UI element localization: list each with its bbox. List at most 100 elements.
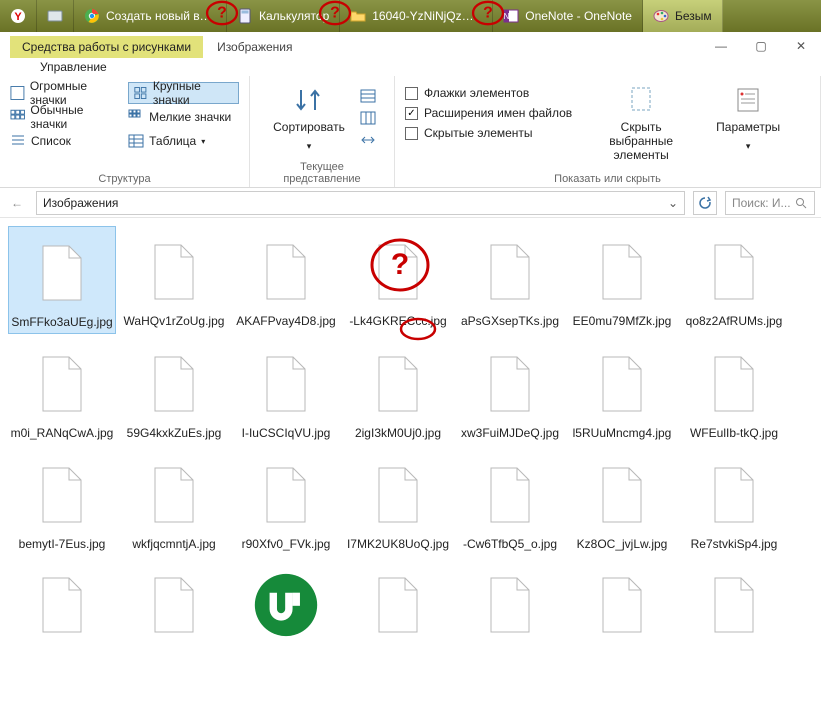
calculator-icon xyxy=(237,8,253,24)
layout-small-icons[interactable]: Мелкие значки xyxy=(128,106,239,128)
hide-selected-button[interactable]: Скрыть выбранные элементы xyxy=(590,82,692,164)
file-item[interactable]: WaHQv1rZoUg.jpg xyxy=(120,226,228,334)
file-thumbnail xyxy=(30,344,94,424)
file-name: Re7stvkiSp4.jpg xyxy=(691,537,778,551)
label: Скрытые элементы xyxy=(424,126,533,140)
taskbar-item-app[interactable] xyxy=(37,0,74,32)
close-button[interactable]: ✕ xyxy=(781,34,821,58)
file-item[interactable]: -Cw6TfbQ5_o.jpg xyxy=(456,449,564,555)
checkbox-item-flags[interactable]: Флажки элементов xyxy=(405,86,572,100)
layout-normal-icons[interactable]: Обычные значки xyxy=(10,106,120,128)
file-item[interactable]: wkfjqcmntjA.jpg xyxy=(120,449,228,555)
layout-table[interactable]: Таблица ▾ xyxy=(128,130,239,152)
ribbon: Огромные значки Крупные значки Обычные з… xyxy=(0,76,821,188)
chevron-down-icon[interactable]: ⌄ xyxy=(668,196,678,210)
file-item[interactable]: I-IuCSCIqVU.jpg xyxy=(232,338,340,444)
search-input[interactable]: Поиск: И... xyxy=(725,191,815,215)
file-thumbnail xyxy=(590,455,654,535)
layout-large-icons[interactable]: Крупные значки xyxy=(128,82,239,104)
layout-list[interactable]: Список xyxy=(10,130,120,152)
window-controls: — ▢ ✕ xyxy=(701,34,821,58)
file-item[interactable]: r90Xfv0_FVk.jpg xyxy=(232,449,340,555)
taskbar-item-explorer[interactable]: ? 16040-YzNiNjQzMT... xyxy=(340,0,493,32)
ribbon-group-title: Показать или скрыть xyxy=(405,171,810,185)
file-name: I7MK2UK8UoQ.jpg xyxy=(347,537,449,551)
file-item[interactable] xyxy=(120,559,228,651)
options-button[interactable]: Параметры xyxy=(710,82,786,154)
checkbox-item-hidden[interactable]: Скрытые элементы xyxy=(405,126,572,140)
checkbox-item-extensions[interactable]: ✓ Расширения имен файлов xyxy=(405,106,572,120)
file-item[interactable]: I7MK2UK8UoQ.jpg xyxy=(344,449,452,555)
svg-text:Y: Y xyxy=(14,11,22,23)
file-item[interactable]: Re7stvkiSp4.jpg xyxy=(680,449,788,555)
back-button[interactable]: ← xyxy=(6,192,28,214)
label: Обычные значки xyxy=(30,103,120,131)
ribbon-group-layout: Огромные значки Крупные значки Обычные з… xyxy=(0,76,250,187)
file-item[interactable] xyxy=(344,559,452,651)
file-item[interactable]: -Lk4GKRECcc.jpg xyxy=(344,226,452,334)
file-item[interactable]: 2igI3kM0Uj0.jpg xyxy=(344,338,452,444)
file-name: -Cw6TfbQ5_o.jpg xyxy=(463,537,557,551)
label: Крупные значки xyxy=(153,79,234,107)
checkbox-icon xyxy=(405,87,418,100)
refresh-button[interactable] xyxy=(693,191,717,215)
label: Флажки элементов xyxy=(424,86,529,100)
file-item[interactable]: EE0mu79MfZk.jpg xyxy=(568,226,676,334)
layout-huge-icons[interactable]: Огромные значки xyxy=(10,82,120,104)
file-item[interactable] xyxy=(568,559,676,651)
taskbar-item-calculator[interactable]: ? Калькулятор xyxy=(227,0,340,32)
file-thumbnail xyxy=(702,565,766,645)
file-name: m0i_RANqCwA.jpg xyxy=(11,426,114,440)
file-thumbnail xyxy=(590,344,654,424)
tab-images[interactable]: Изображения xyxy=(203,36,306,58)
ribbon-group-show-hide: Флажки элементов ✓ Расширения имен файло… xyxy=(395,76,821,187)
contextual-subtab[interactable]: Управление xyxy=(0,58,821,76)
chrome-icon xyxy=(84,8,100,24)
taskbar-item-chrome[interactable]: Создать новый во... xyxy=(74,0,227,32)
file-name: aPsGXsepTKs.jpg xyxy=(461,314,559,328)
refresh-icon xyxy=(698,196,712,210)
taskbar-label: OneNote - OneNote xyxy=(525,9,632,23)
file-item[interactable] xyxy=(680,559,788,651)
hide-icon xyxy=(625,84,657,116)
file-item[interactable]: aPsGXsepTKs.jpg xyxy=(456,226,564,334)
contextual-tab[interactable]: Средства работы с рисунками xyxy=(10,36,203,58)
taskbar-item-paint[interactable]: Безым xyxy=(643,0,723,32)
file-item[interactable]: qo8z2AfRUMs.jpg xyxy=(680,226,788,334)
file-item[interactable]: m0i_RANqCwA.jpg xyxy=(8,338,116,444)
onenote-icon: N xyxy=(503,8,519,24)
autosize-icon[interactable] xyxy=(359,132,377,148)
file-item[interactable] xyxy=(8,559,116,651)
yandex-icon: Y xyxy=(10,8,26,24)
add-columns-icon[interactable] xyxy=(359,110,377,126)
table-icon xyxy=(128,133,144,149)
file-name: EE0mu79MfZk.jpg xyxy=(573,314,672,328)
file-thumbnail xyxy=(30,455,94,535)
taskbar-item-onenote[interactable]: ? N OneNote - OneNote xyxy=(493,0,643,32)
sort-button[interactable]: Сортировать xyxy=(267,82,351,154)
file-item[interactable]: WFEulIb-tkQ.jpg xyxy=(680,338,788,444)
sort-icon xyxy=(293,84,325,116)
file-pane[interactable]: SmFFko3aUEg.jpg WaHQv1rZoUg.jpg AKAFPvay… xyxy=(0,218,821,659)
file-item[interactable]: 59G4kxkZuEs.jpg xyxy=(120,338,228,444)
file-name: wkfjqcmntjA.jpg xyxy=(132,537,215,551)
file-item[interactable]: Kz8OC_jvjLw.jpg xyxy=(568,449,676,555)
maximize-button[interactable]: ▢ xyxy=(741,34,781,58)
file-item[interactable]: xw3FuiMJDeQ.jpg xyxy=(456,338,564,444)
file-item[interactable]: SmFFko3aUEg.jpg xyxy=(8,226,116,334)
file-item[interactable]: bemytI-7Eus.jpg xyxy=(8,449,116,555)
taskbar-item-yandex[interactable]: Y xyxy=(0,0,37,32)
chevron-down-icon: ▾ xyxy=(201,137,205,146)
group-by-icon[interactable] xyxy=(359,88,377,104)
checkbox-icon xyxy=(405,127,418,140)
chevron-down-icon xyxy=(746,138,751,152)
file-item[interactable]: AKAFPvay4D8.jpg xyxy=(232,226,340,334)
file-item[interactable] xyxy=(232,559,340,651)
checkbox-icon: ✓ xyxy=(405,107,418,120)
file-item[interactable]: l5RUuMncmg4.jpg xyxy=(568,338,676,444)
file-item[interactable] xyxy=(456,559,564,651)
file-name: AKAFPvay4D8.jpg xyxy=(236,314,335,328)
minimize-button[interactable]: — xyxy=(701,34,741,58)
address-bar[interactable]: Изображения ⌄ xyxy=(36,191,685,215)
file-name: r90Xfv0_FVk.jpg xyxy=(242,537,331,551)
